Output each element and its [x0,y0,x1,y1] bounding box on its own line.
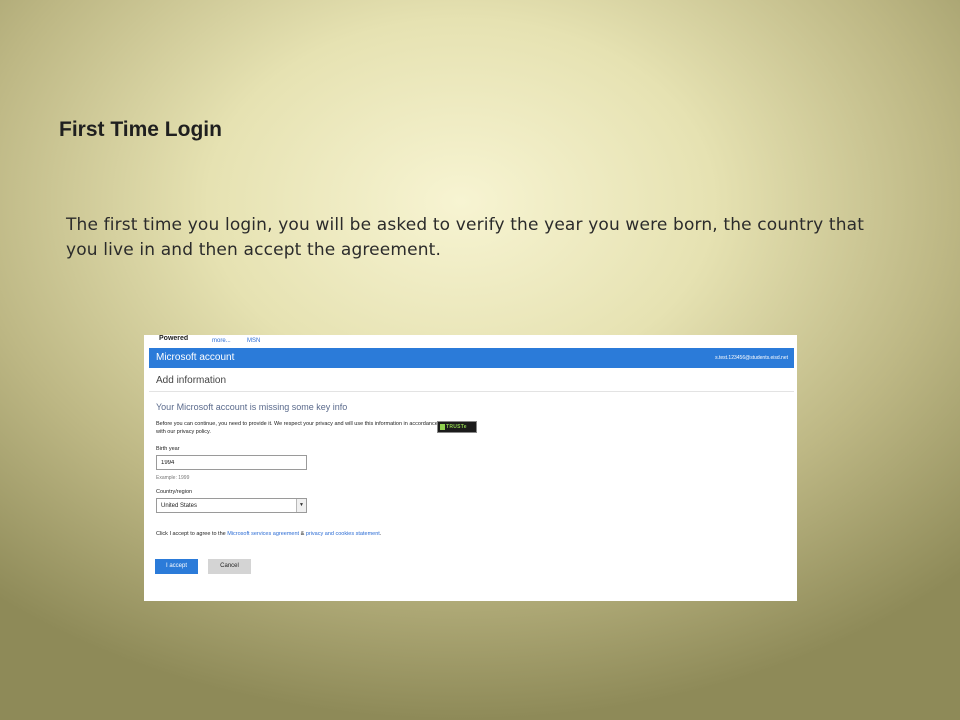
account-email[interactable]: s.test.123456@students.eisd.net [715,355,788,361]
agreement-text: Click I accept to agree to the Microsoft… [156,531,381,537]
chevron-down-icon[interactable]: ▼ [296,499,306,512]
birth-year-input[interactable] [156,455,307,470]
agreement-connector: & [299,531,306,537]
brand-title[interactable]: Microsoft account [156,352,234,363]
country-selected-value: United States [161,503,198,509]
page-heading: Add information [156,375,227,386]
nav-link-msn[interactable]: MSN [247,338,260,344]
nav-link-more[interactable]: more... [212,338,231,344]
birth-year-hint: Example: 1999 [156,475,190,481]
country-label: Country/region [156,489,193,495]
microsoft-account-header: Microsoft account s.test.123456@students… [149,348,794,368]
badge-text: TRUSTe [446,424,467,430]
birth-year-label: Birth year [156,446,180,452]
subheading: Your Microsoft account is missing some k… [156,402,348,412]
divider [149,391,794,392]
slide-title: First Time Login [59,118,222,141]
services-agreement-link[interactable]: Microsoft services agreement [227,531,299,537]
country-select[interactable]: United States ▼ [156,498,307,513]
agreement-suffix: . [379,531,382,537]
accept-button[interactable]: I accept [155,559,198,574]
cancel-button[interactable]: Cancel [208,559,251,574]
powered-label: Powered [159,335,189,342]
check-icon [440,424,445,430]
agreement-prefix: Click I accept to agree to the [156,531,228,537]
slide-body-text: The first time you login, you will be as… [66,215,865,260]
truste-badge-icon[interactable]: TRUSTe [437,421,477,433]
microsoft-account-screenshot: Powered more... MSN Microsoft account s.… [144,335,797,601]
privacy-statement-link[interactable]: privacy and cookies statement [306,531,380,537]
description-text: Before you can continue, you need to pro… [156,421,438,435]
top-nav: Powered more... MSN [144,335,797,348]
